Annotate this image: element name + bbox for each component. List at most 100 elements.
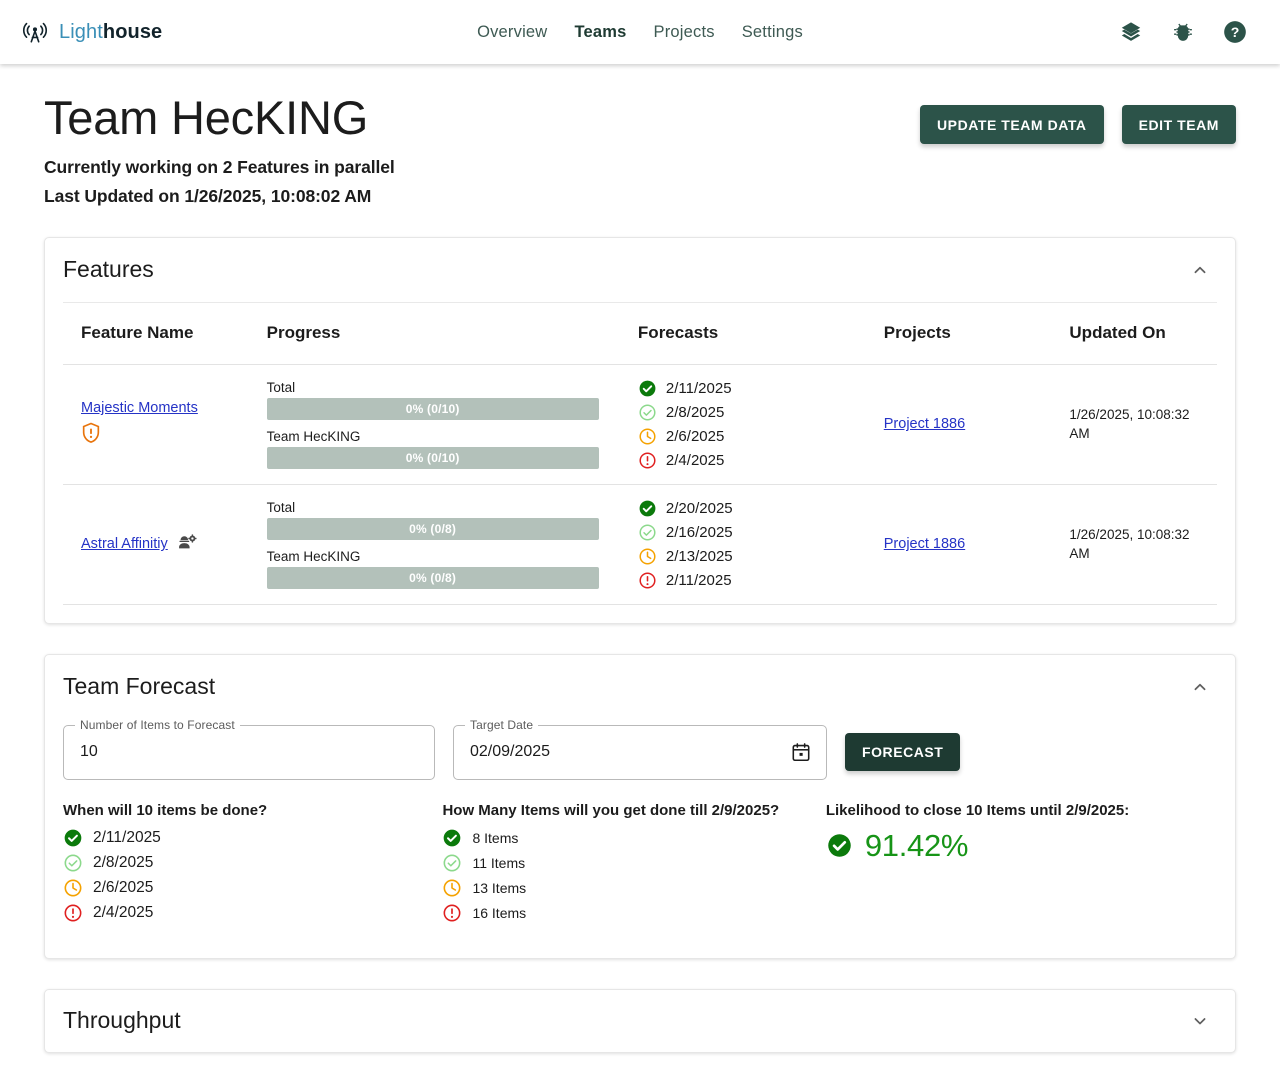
feature-name-cell: Majestic Moments [63,364,249,485]
chevron-up-icon[interactable] [1189,676,1211,698]
table-row: Astral Affinitiy Total 0% (0/8) Team Hec… [63,484,1217,605]
throughput-card-header[interactable]: Throughput [45,990,1235,1052]
team-forecast-card-header[interactable]: Team Forecast [45,655,1235,719]
update-team-data-button[interactable]: UPDATE TEAM DATA [920,105,1104,144]
feature-project-cell: Project 1886 [865,484,1052,605]
brand-text: Lighthouse [59,21,162,44]
when-done-heading: When will 10 items be done? [63,801,268,819]
throughput-card-title: Throughput [63,1007,181,1034]
updated-on-value: 1/26/2025, 10:08:32 AM [1069,526,1190,562]
feature-progress-cell: Total 0% (0/8) Team HecKING 0% (0/8) [248,484,620,605]
forecast-row: 2/6/2025 [638,427,856,446]
forecast-value: 2/13/2025 [665,547,733,565]
result-row: 13 Items [442,878,825,898]
nav-item-projects[interactable]: Projects [654,23,715,42]
items-to-forecast-field[interactable]: Number of Items to Forecast [63,717,435,780]
result-value: 2/4/2025 [93,903,154,921]
nav-item-overview[interactable]: Overview [477,23,547,42]
likelihood-percentage: 91.42% [864,827,969,863]
column-header-updated-on: Updated On [1051,301,1217,365]
column-header-projects: Projects [865,301,1052,365]
edit-team-button[interactable]: EDIT TEAM [1121,105,1236,144]
forecast-row: 2/11/2025 [638,571,856,590]
help-circle-icon[interactable]: ? [1222,19,1248,45]
alert-icon [639,572,656,589]
progress-label-total: Total [266,499,296,515]
feature-progress-cell: Total 0% (0/10) Team HecKING 0% (0/10) [248,364,620,485]
team-forecast-card-body: Number of Items to Forecast Target Date … [45,717,1235,958]
target-date-field[interactable]: Target Date [453,717,827,780]
calendar-icon[interactable] [790,741,812,763]
features-card-title: Features [63,256,154,283]
last-updated-text: Last Updated on 1/26/2025, 10:08:02 AM [44,185,372,206]
clock-icon [443,879,461,897]
app-bar-icons: ? [980,19,1280,45]
main-nav: Overview Teams Projects Settings [300,23,980,42]
forecast-row: 2/11/2025 [638,379,856,398]
team-forecast-card-title: Team Forecast [63,673,216,700]
how-many-heading: How Many Items will you get done till 2/… [442,801,780,819]
result-row: 2/4/2025 [63,903,442,923]
brand-text-bold: house [102,20,163,43]
forecast-value: 2/16/2025 [665,523,733,541]
target-date-input[interactable] [468,742,790,763]
feature-project-cell: Project 1886 [865,364,1052,485]
alert-icon [443,904,461,922]
forecast-value: 2/4/2025 [665,451,725,469]
clock-icon [639,428,656,445]
project-link[interactable]: Project 1886 [884,416,965,432]
app-bar: Lighthouse Overview Teams Projects Setti… [0,0,1280,64]
stack-layers-icon[interactable] [1118,19,1144,45]
chevron-down-icon[interactable] [1189,1010,1211,1032]
forecast-value: 2/11/2025 [665,571,732,589]
feature-name-wrap: Astral Affinitiy [81,534,239,554]
forecast-value: 2/6/2025 [665,427,725,445]
progress-label-total: Total [266,379,296,395]
check-filled-icon [639,380,656,397]
progress-bar-team-text: 0% (0/10) [405,450,460,465]
result-value: 2/11/2025 [93,828,161,846]
progress-bar-team: 0% (0/8) [266,566,599,589]
forecast-button[interactable]: FORECAST [845,732,961,771]
forecast-row: 2/20/2025 [638,499,856,518]
nav-item-settings[interactable]: Settings [742,23,803,42]
alert-icon [64,904,82,922]
header-actions: UPDATE TEAM DATA EDIT TEAM [920,105,1236,144]
forecast-row: 2/4/2025 [638,451,856,470]
nav-item-teams[interactable]: Teams [574,23,626,42]
brand-text-light: Light [59,20,103,43]
forecast-list: 2/11/2025 2/8/2025 2/6/2025 2/4/2025 [638,379,856,470]
forecast-list: 2/20/2025 2/16/2025 2/13/2025 2/11/2025 [638,499,856,590]
feature-icon-wrap [81,422,239,448]
result-row: 8 Items [442,828,825,848]
check-filled-icon [639,500,656,517]
feature-link-astral-affinitiy[interactable]: Astral Affinitiy [81,536,168,552]
page-header-text: Team HecKING Currently working on 2 Feat… [44,91,395,207]
throughput-card: Throughput [44,988,1236,1053]
forecast-controls: Number of Items to Forecast Target Date … [63,717,1217,780]
likelihood-value-row: 91.42% [826,828,1217,864]
progress-bar-total: 0% (0/10) [266,397,599,420]
feature-link-majestic-moments[interactable]: Majestic Moments [81,400,239,416]
features-card-header[interactable]: Features [45,238,1235,302]
column-header-progress: Progress [248,301,620,365]
brand-logo[interactable]: Lighthouse [0,19,300,45]
result-value: 11 Items [472,854,526,871]
check-outline-icon [64,854,82,872]
bug-icon[interactable] [1170,19,1196,45]
chevron-up-icon[interactable] [1189,259,1211,281]
forecast-row: 2/13/2025 [638,547,856,566]
forecast-value: 2/11/2025 [665,379,732,397]
check-filled-icon [444,829,461,846]
progress-label-team: Team HecKING [266,428,361,444]
feature-forecasts-cell: 2/11/2025 2/8/2025 2/6/2025 2/4/2025 [619,364,866,485]
clock-icon [64,879,82,897]
result-value: 16 Items [472,904,527,921]
items-to-forecast-input[interactable] [78,742,420,763]
features-table-body: Majestic Moments Total 0% (0/10) Team He… [63,364,1217,605]
project-link[interactable]: Project 1886 [884,536,965,552]
alert-icon [639,452,656,469]
page-subtitle: Currently working on 2 Features in paral… [44,156,395,177]
table-row: Majestic Moments Total 0% (0/10) Team He… [63,364,1217,485]
